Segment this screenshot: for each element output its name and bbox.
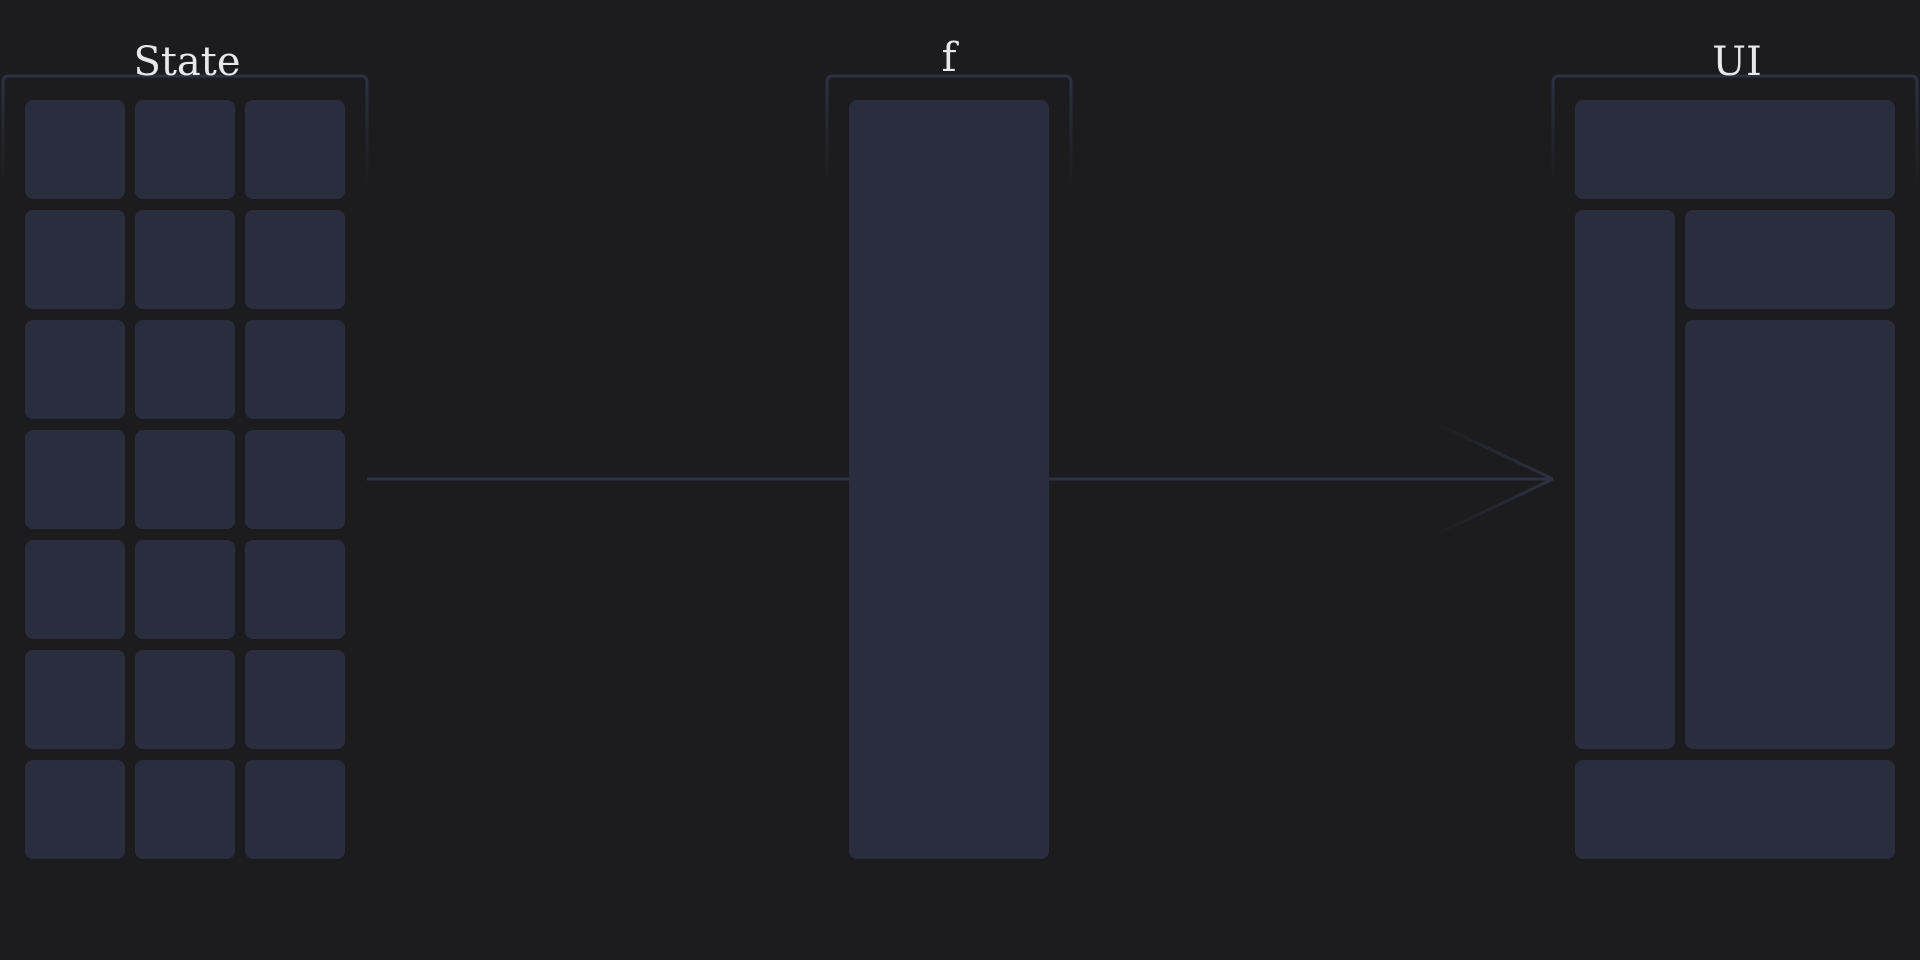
ui-footer-block: [1575, 760, 1895, 859]
state-cell: [25, 540, 125, 639]
state-cell: [135, 100, 235, 199]
state-cell: [25, 100, 125, 199]
state-cell: [135, 540, 235, 639]
state-cell: [25, 760, 125, 859]
ui-header-block: [1575, 100, 1895, 199]
state-cell: [245, 320, 345, 419]
ui-content-block: [1685, 320, 1895, 749]
state-cell: [245, 210, 345, 309]
arrowhead-upper: [1432, 420, 1554, 481]
function-block: [849, 100, 1049, 859]
arrowhead-lower: [1432, 477, 1554, 538]
ui-sidebar-block: [1575, 210, 1675, 749]
state-cell: [25, 650, 125, 749]
state-cell: [245, 430, 345, 529]
state-cell: [25, 210, 125, 309]
state-cell: [245, 100, 345, 199]
state-cell: [245, 760, 345, 859]
function-label: f: [941, 35, 957, 81]
state-cell: [135, 430, 235, 529]
diagram-canvas: State f UI: [0, 0, 1920, 960]
state-cell: [135, 760, 235, 859]
state-cell: [135, 320, 235, 419]
state-label: State: [133, 39, 241, 85]
state-cell: [135, 210, 235, 309]
state-cell: [245, 540, 345, 639]
state-cell: [135, 650, 235, 749]
state-cell: [25, 430, 125, 529]
state-cell: [25, 320, 125, 419]
ui-label: UI: [1712, 39, 1762, 85]
state-cell: [245, 650, 345, 749]
ui-toolbar-block: [1685, 210, 1895, 309]
